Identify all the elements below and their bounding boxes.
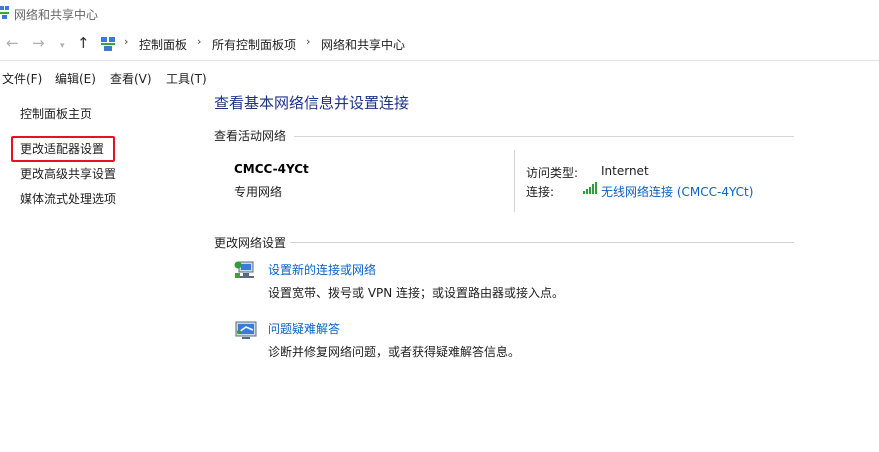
sidebar-change-adapter-settings[interactable]: 更改适配器设置: [20, 140, 104, 157]
troubleshoot-icon: [235, 321, 257, 339]
chevron-down-icon[interactable]: ▾: [60, 38, 65, 54]
sidebar-advanced-sharing-settings[interactable]: 更改高级共享设置: [20, 165, 116, 182]
troubleshoot-link[interactable]: 问题疑难解答: [268, 320, 340, 337]
control-panel-icon: [101, 37, 115, 51]
wireless-connection-link[interactable]: 无线网络连接 (CMCC-4YCt): [601, 183, 753, 200]
active-network-heading: 查看活动网络: [214, 129, 287, 143]
window-title: 网络和共享中心: [14, 8, 99, 22]
access-type-value: Internet: [601, 164, 649, 178]
connection-label: 连接:: [526, 185, 555, 199]
back-arrow-icon[interactable]: ←: [6, 35, 19, 51]
breadcrumb-separator: ›: [306, 35, 311, 48]
section-divider: [290, 242, 794, 243]
access-type-label: 访问类型:: [526, 166, 579, 180]
title-bar: 网络和共享中心: [0, 0, 879, 28]
sidebar-control-panel-home[interactable]: 控制面板主页: [20, 105, 92, 122]
change-settings-heading: 更改网络设置: [214, 236, 287, 250]
menu-file[interactable]: 文件(F): [2, 70, 42, 87]
vertical-divider: [514, 150, 515, 212]
troubleshoot-desc: 诊断并修复网络问题，或者获得疑难解答信息。: [268, 345, 521, 359]
breadcrumb-network-center[interactable]: 网络和共享中心: [321, 36, 405, 53]
menu-view[interactable]: 查看(V): [110, 70, 152, 87]
network-name: CMCC-4YCt: [234, 162, 309, 176]
menu-tools[interactable]: 工具(T): [166, 70, 207, 87]
breadcrumb-all-items[interactable]: 所有控制面板项: [212, 36, 296, 53]
section-divider: [294, 136, 794, 137]
wifi-signal-icon: [583, 182, 597, 194]
setup-connection-desc: 设置宽带、拨号或 VPN 连接；或设置路由器或接入点。: [268, 286, 565, 300]
address-bar: ← → ▾ ↑ › 控制面板 › 所有控制面板项 › 网络和共享中心: [0, 28, 879, 61]
up-arrow-icon[interactable]: ↑: [77, 35, 90, 51]
menu-edit[interactable]: 编辑(E): [55, 70, 96, 87]
setup-connection-link[interactable]: 设置新的连接或网络: [268, 261, 376, 278]
menu-bar: 文件(F) 编辑(E) 查看(V) 工具(T): [0, 64, 879, 90]
breadcrumb-control-panel[interactable]: 控制面板: [139, 36, 187, 53]
network-center-icon: [0, 6, 9, 19]
forward-arrow-icon[interactable]: →: [32, 35, 45, 51]
network-type: 专用网络: [234, 185, 283, 199]
network-setup-icon: [234, 261, 254, 278]
sidebar-media-streaming-options[interactable]: 媒体流式处理选项: [20, 190, 116, 207]
breadcrumb-separator: ›: [197, 35, 202, 48]
page-title: 查看基本网络信息并设置连接: [214, 94, 410, 112]
breadcrumb-separator: ›: [124, 35, 129, 48]
